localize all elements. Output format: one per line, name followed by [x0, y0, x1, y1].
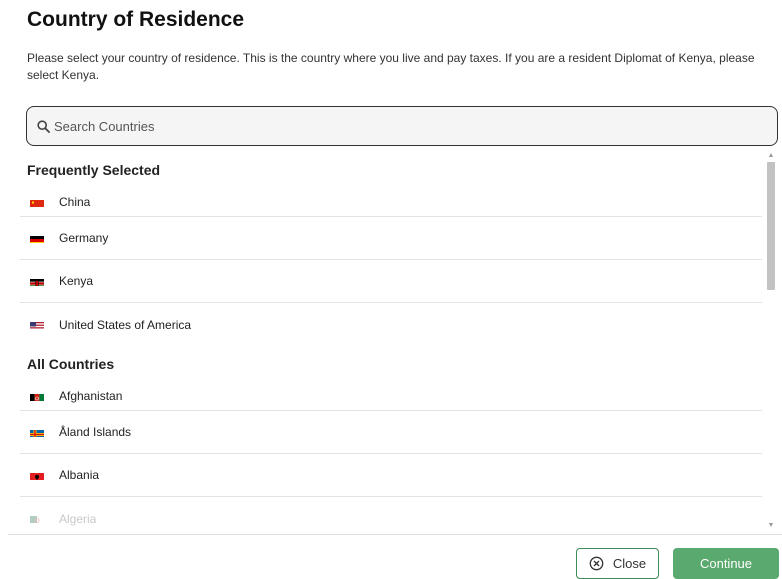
aland-islands-flag-icon — [30, 428, 44, 437]
continue-button[interactable]: Continue — [673, 548, 779, 579]
scrollbar-thumb[interactable] — [767, 162, 775, 290]
frequently-selected-heading: Frequently Selected — [27, 162, 161, 178]
country-label: Algeria — [59, 511, 97, 526]
country-label: Germany — [59, 231, 109, 245]
country-item-united-states[interactable]: United States of America — [20, 303, 762, 346]
country-item-kenya[interactable]: Kenya — [20, 260, 762, 303]
close-button[interactable]: Close — [576, 548, 659, 579]
country-item-china[interactable]: China — [20, 188, 762, 217]
search-input[interactable] — [54, 118, 754, 134]
page-description: Please select your country of residence.… — [27, 51, 755, 82]
country-label: Afghanistan — [59, 389, 123, 403]
country-item-albania[interactable]: Albania — [20, 454, 762, 497]
scroll-up-arrow-icon[interactable]: ▲ — [767, 152, 775, 160]
algeria-flag-icon — [30, 514, 44, 523]
close-button-label: Close — [612, 556, 647, 571]
search-box[interactable] — [26, 106, 778, 146]
all-countries-heading: All Countries — [27, 356, 115, 372]
scroll-down-arrow-icon[interactable]: ▼ — [767, 522, 775, 530]
list-scrollbar[interactable]: ▲ ▼ — [764, 152, 778, 530]
country-label: Albania — [59, 468, 100, 482]
country-label: China — [59, 195, 91, 209]
continue-button-label: Continue — [699, 556, 753, 571]
country-item-germany[interactable]: Germany — [20, 217, 762, 260]
country-item-aland-islands[interactable]: Åland Islands — [20, 411, 762, 454]
usa-flag-icon — [30, 320, 44, 329]
afghanistan-flag-icon — [30, 392, 44, 401]
country-label: United States of America — [59, 317, 192, 332]
country-label: Åland Islands — [59, 425, 132, 439]
albania-flag-icon — [30, 471, 44, 480]
country-label: Kenya — [59, 274, 94, 288]
china-flag-icon — [30, 198, 44, 207]
country-item-algeria[interactable]: Algeria — [20, 497, 762, 530]
country-item-afghanistan[interactable]: Afghanistan — [20, 382, 762, 411]
page-title: Country of Residence — [27, 8, 245, 31]
kenya-flag-icon — [30, 277, 44, 286]
country-list[interactable]: Frequently Selected China Germany Kenya … — [0, 152, 782, 530]
close-circle-icon — [589, 556, 604, 571]
footer-divider — [8, 534, 782, 535]
search-icon — [37, 119, 51, 133]
germany-flag-icon — [30, 234, 44, 243]
